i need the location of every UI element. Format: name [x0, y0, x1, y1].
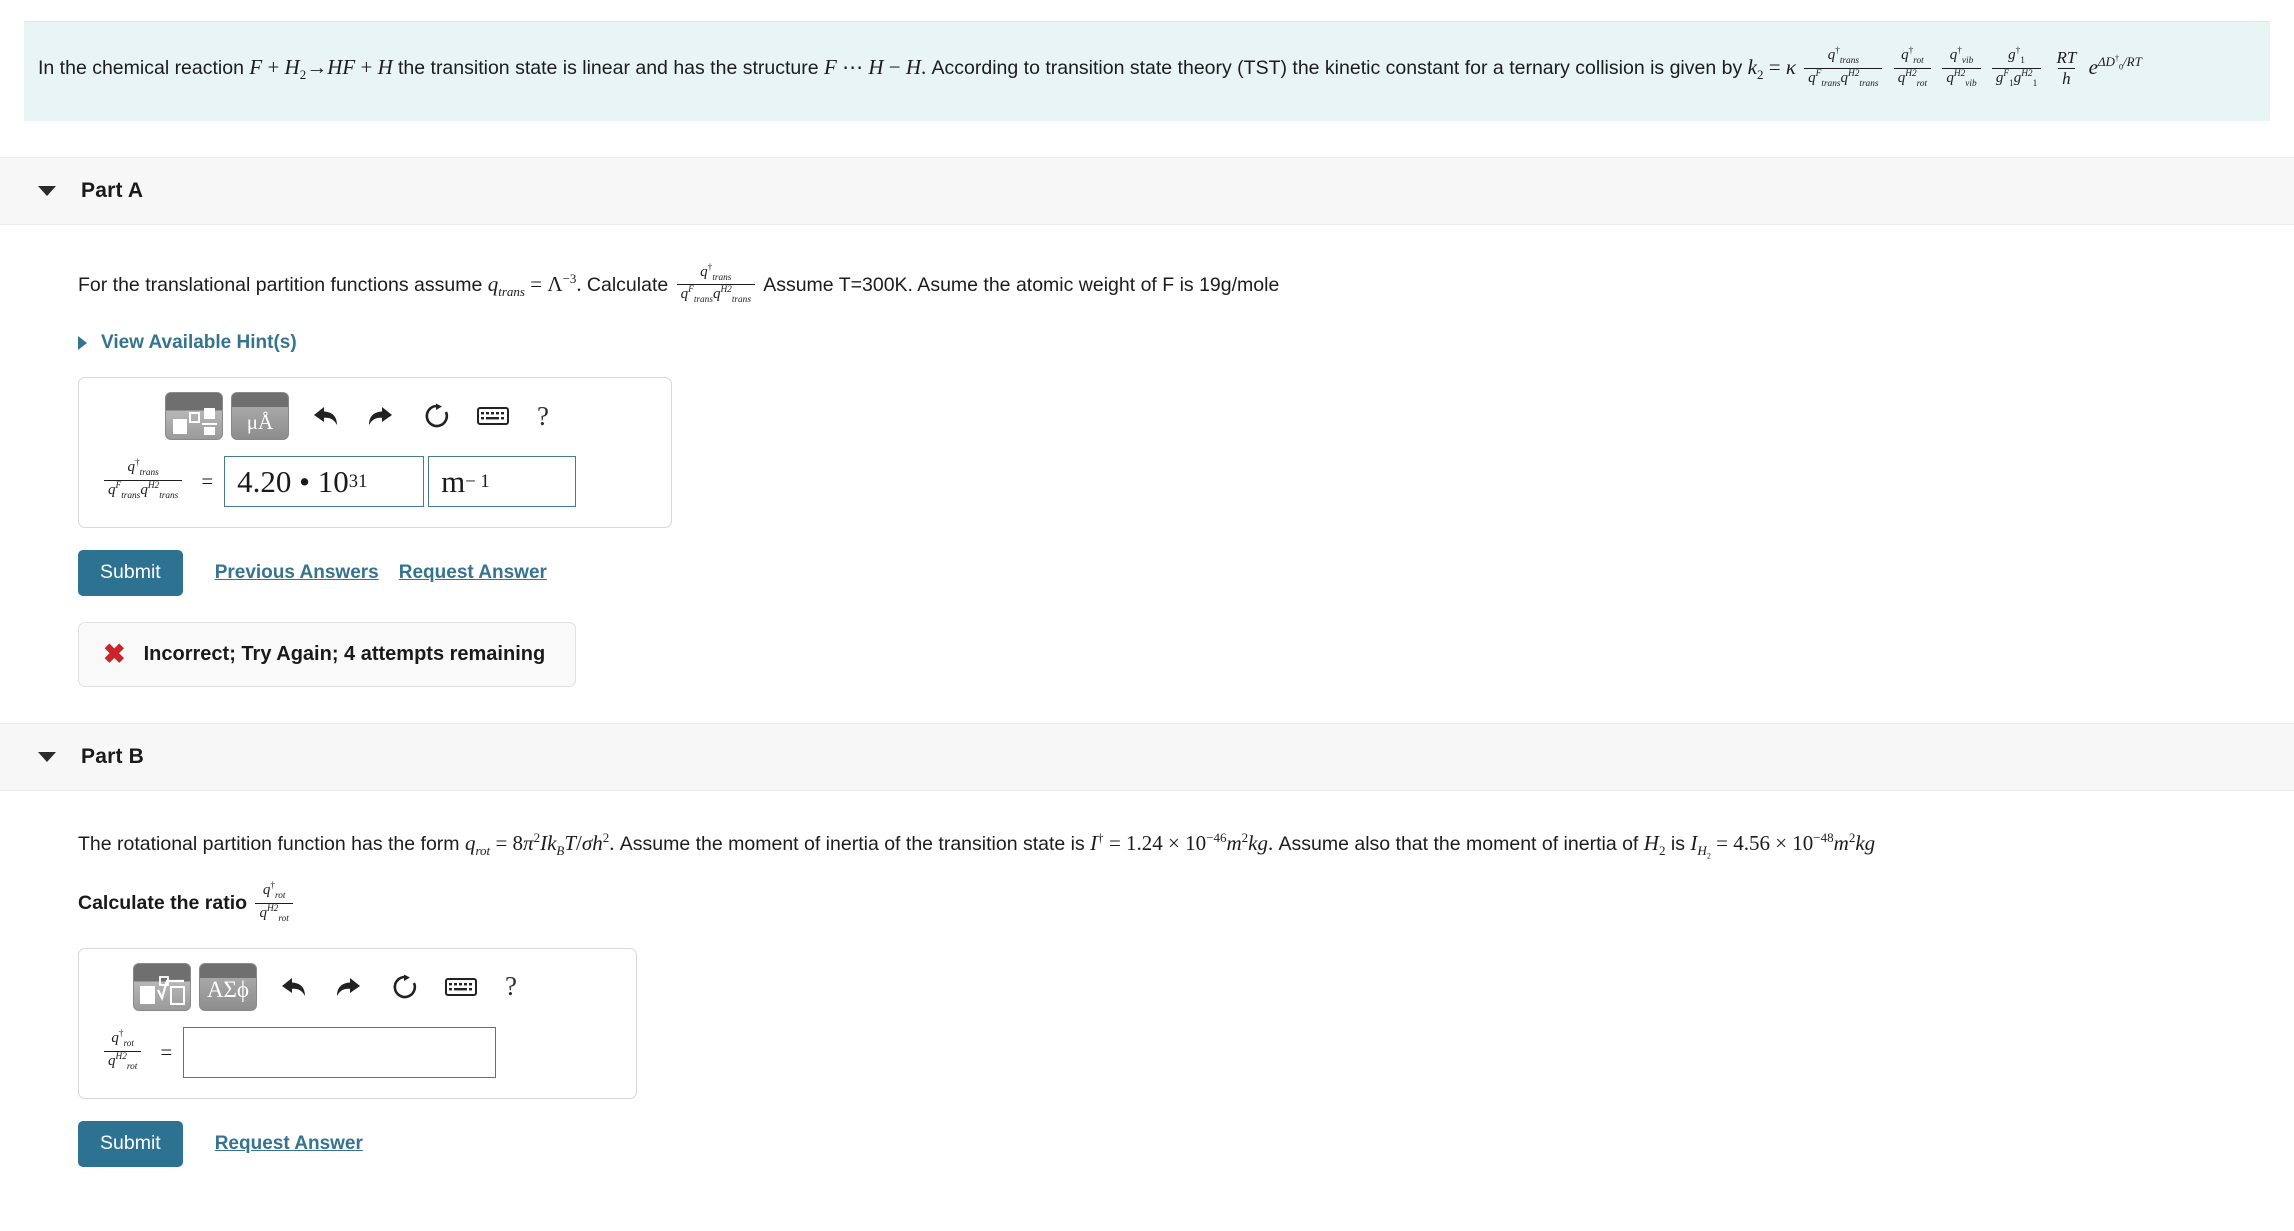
- part-b-inertia-h2-equation: IH2 = 4.56 × 10−48m2kg: [1690, 830, 1876, 861]
- part-b-submit-button[interactable]: Submit: [78, 1120, 183, 1167]
- part-b-prompt-1: The rotational partition function has th…: [78, 833, 460, 855]
- part-a-body: For the translational partition function…: [0, 263, 2294, 687]
- part-a-answer-row: q†trans qFtransqH2trans = 4.20 • 10 31 m − …: [101, 456, 649, 507]
- part-a-request-answer-link[interactable]: Request Answer: [399, 562, 547, 584]
- part-a-units-exponent: − 1: [465, 470, 490, 492]
- red-x-icon: ✖: [103, 639, 126, 669]
- part-a-prompt-2: Calculate: [586, 273, 669, 296]
- part-a-prompt-1: For the translational partition function…: [78, 273, 483, 296]
- undo-arrow-icon[interactable]: [297, 392, 353, 440]
- chevron-right-icon: [78, 336, 87, 350]
- problem-statement-text: In the chemical reaction F + H2→HF + H t…: [38, 46, 2142, 91]
- part-b-value-input[interactable]: [183, 1026, 497, 1078]
- part-b-answer-label: q†rot qH2rot: [101, 1029, 144, 1074]
- part-b-equals-sign: =: [160, 1039, 173, 1064]
- tst-kinetic-equation: k2 = κ q†trans qFtransqH2trans q†rot qH2ro…: [1747, 46, 2142, 89]
- part-a-answer-box: μÅ ? q†trans qFtransqH2trans = 4.20 • 10…: [78, 377, 672, 528]
- greek-symbols-label: ΑΣϕ: [206, 976, 250, 1002]
- undo-arrow-icon[interactable]: [265, 963, 321, 1011]
- part-b-title: Part B: [81, 745, 145, 768]
- part-a-submit-row: Submit Previous Answers Request Answer: [78, 550, 2294, 596]
- help-button[interactable]: ?: [521, 401, 565, 432]
- units-symbols-button[interactable]: μÅ: [231, 392, 289, 440]
- part-a-previous-answers-link[interactable]: Previous Answers: [215, 562, 379, 584]
- part-b-prompt-4: is: [1670, 833, 1685, 855]
- part-b-header[interactable]: Part B: [0, 723, 2294, 791]
- part-a-prompt-ratio: q†trans qFtransqH2trans: [674, 263, 764, 305]
- problem-intro-1: In the chemical reaction: [38, 57, 244, 80]
- chevron-down-icon[interactable]: [38, 752, 56, 762]
- part-a-value-exponent: 31: [348, 470, 368, 492]
- part-b-prompt-2: Assume the moment of inertia of the tran…: [619, 833, 1085, 855]
- part-a-value-input[interactable]: 4.20 • 10 31: [224, 456, 425, 507]
- reaction-equation: F + H2→HF + H: [249, 55, 393, 83]
- view-hints-link[interactable]: View Available Hint(s): [78, 332, 297, 354]
- part-a-equals-sign: =: [201, 469, 214, 493]
- part-b-h2-symbol: H2: [1643, 831, 1666, 859]
- part-b-submit-row: Submit Request Answer: [78, 1120, 2294, 1167]
- keyboard-icon[interactable]: [433, 963, 489, 1011]
- part-a-units-input[interactable]: m − 1: [428, 456, 577, 507]
- part-a-prompt-equation: qtrans = Λ−3.: [487, 270, 587, 299]
- view-hints-label: View Available Hint(s): [101, 332, 297, 353]
- keyboard-icon[interactable]: [465, 392, 521, 440]
- part-b-calculate-line: Calculate the ratio q†rot qH2rot: [78, 881, 2294, 926]
- part-a-answer-label: q†trans qFtransqH2trans: [101, 458, 185, 503]
- part-a-submit-button[interactable]: Submit: [78, 550, 183, 596]
- part-b-body: The rotational partition function has th…: [0, 830, 2294, 1167]
- chevron-down-icon[interactable]: [38, 185, 56, 196]
- part-a-prompt: For the translational partition function…: [78, 263, 2294, 308]
- redo-arrow-icon[interactable]: [321, 963, 377, 1011]
- part-a-units-text: m: [441, 463, 466, 499]
- reset-circle-icon[interactable]: [377, 963, 433, 1011]
- part-b-prompt: The rotational partition function has th…: [78, 830, 2294, 861]
- part-a-value-text: 4.20 • 10: [237, 463, 349, 499]
- part-b-calculate-ratio: q†rot qH2rot: [252, 881, 295, 924]
- part-a-math-toolbar: μÅ ?: [101, 392, 649, 440]
- part-b-request-answer-link[interactable]: Request Answer: [215, 1133, 363, 1155]
- problem-intro-2: the transition state is linear and has t…: [398, 57, 819, 80]
- help-button[interactable]: ?: [489, 971, 533, 1002]
- nth-root-template-icon[interactable]: [133, 962, 191, 1011]
- greek-symbols-button[interactable]: ΑΣϕ: [199, 962, 257, 1011]
- part-a-title: Part A: [81, 178, 144, 202]
- part-b-qrot-equation: qrot = 8π2IkBT/σh2.: [464, 830, 620, 859]
- part-b-answer-box: ΑΣϕ ? q†rot qH2rot =: [78, 947, 637, 1099]
- problem-intro-3: According to transition state theory (TS…: [931, 57, 1743, 80]
- units-symbols-label: μÅ: [246, 410, 274, 434]
- redo-arrow-icon[interactable]: [353, 392, 409, 440]
- part-b-prompt-3: Assume also that the moment of inertia o…: [1278, 833, 1639, 855]
- problem-page: In the chemical reaction F + H2→HF + H t…: [0, 21, 2294, 1167]
- problem-statement-banner: In the chemical reaction F + H2→HF + H t…: [24, 21, 2270, 121]
- part-b-answer-row: q†rot qH2rot =: [101, 1026, 614, 1078]
- transition-structure: F ⋯ H − H.: [824, 55, 932, 80]
- part-a-prompt-3: Assume T=300K. Asume the atomic weight o…: [763, 273, 1280, 296]
- part-a-header[interactable]: Part A: [0, 156, 2294, 225]
- part-b-inertia-ts-equation: I† = 1.24 × 10−46m2kg.: [1090, 830, 1279, 855]
- part-b-math-toolbar: ΑΣϕ ?: [101, 962, 614, 1011]
- part-a-feedback-text: Incorrect; Try Again; 4 attempts remaini…: [143, 643, 546, 665]
- reset-circle-icon[interactable]: [409, 392, 465, 440]
- math-template-icon[interactable]: [165, 392, 223, 440]
- part-b-calculate-label: Calculate the ratio: [78, 892, 248, 915]
- part-a-feedback-banner: ✖ Incorrect; Try Again; 4 attempts remai…: [78, 622, 577, 687]
